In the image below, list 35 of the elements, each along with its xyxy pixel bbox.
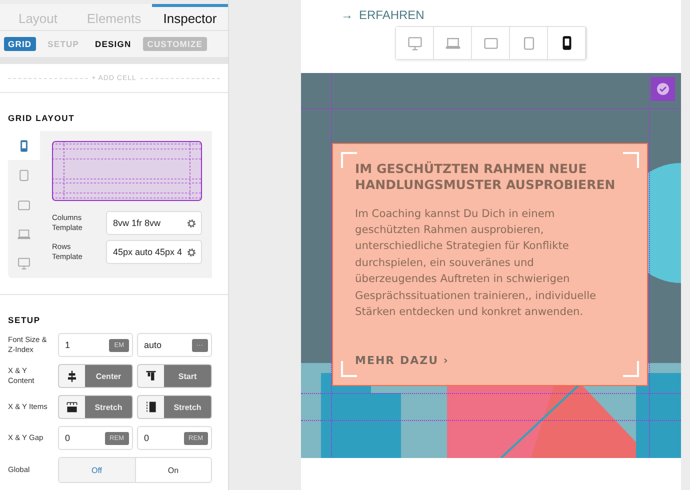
device-button[interactable] — [548, 27, 586, 59]
alignment-select[interactable]: Stretch — [58, 395, 133, 419]
laptop-icon — [444, 35, 460, 51]
alignment-select[interactable]: Center — [58, 364, 133, 388]
desktop-icon — [17, 256, 31, 270]
page-link[interactable]: ERFAHREN — [359, 8, 424, 22]
laptop-icon — [17, 226, 31, 241]
corner-mark — [623, 152, 639, 168]
tablet-icon — [17, 168, 31, 182]
card-text: Im Coaching kannst Du Dich in einem geschützten Rahmen ausprobieren, unterschiedliche Strategien für Konflikte durchspielen, ein souveränes und überzeugendes Auftreten in schwierigen Gesprächssituationen trainieren,, individuelle Stärken entdecken und konkret anwenden. — [355, 206, 598, 320]
section-heading: GRID LAYOUT — [7, 112, 76, 125]
card-title: IM GESCHÜTZTEN RAHMEN NEUE HANDLUNGSMUSTER AUSPROBIEREN — [355, 161, 616, 194]
tablet-wide-icon — [17, 198, 31, 212]
alignment-select[interactable]: Stretch — [137, 395, 212, 419]
corner-mark — [623, 361, 639, 377]
section-tab[interactable]: DESIGN — [91, 37, 136, 52]
corner-mark — [341, 152, 357, 168]
tablet-wide-icon — [482, 35, 498, 51]
alignment-icon — [66, 401, 78, 413]
alignment-icon — [66, 370, 78, 382]
alignment-icon — [145, 370, 157, 382]
arrow-icon: → — [341, 8, 353, 22]
toggle-option[interactable]: Off — [59, 458, 136, 482]
template-field[interactable]: 45px auto 45px 4 — [106, 240, 202, 264]
desktop-icon — [406, 35, 422, 51]
section-tab[interactable]: GRID — [4, 37, 36, 52]
alignment-icon — [145, 401, 157, 413]
settings-icon[interactable] — [186, 246, 197, 258]
alignment-select[interactable]: Start — [137, 364, 212, 388]
template-field[interactable]: 8vw 1fr 8vw — [106, 211, 202, 235]
more-link[interactable]: MEHR DAZU › — [355, 354, 449, 367]
corner-mark — [341, 361, 357, 377]
settings-icon[interactable] — [186, 218, 197, 228]
check-icon[interactable] — [651, 77, 675, 101]
section-heading: SETUP — [7, 314, 42, 327]
